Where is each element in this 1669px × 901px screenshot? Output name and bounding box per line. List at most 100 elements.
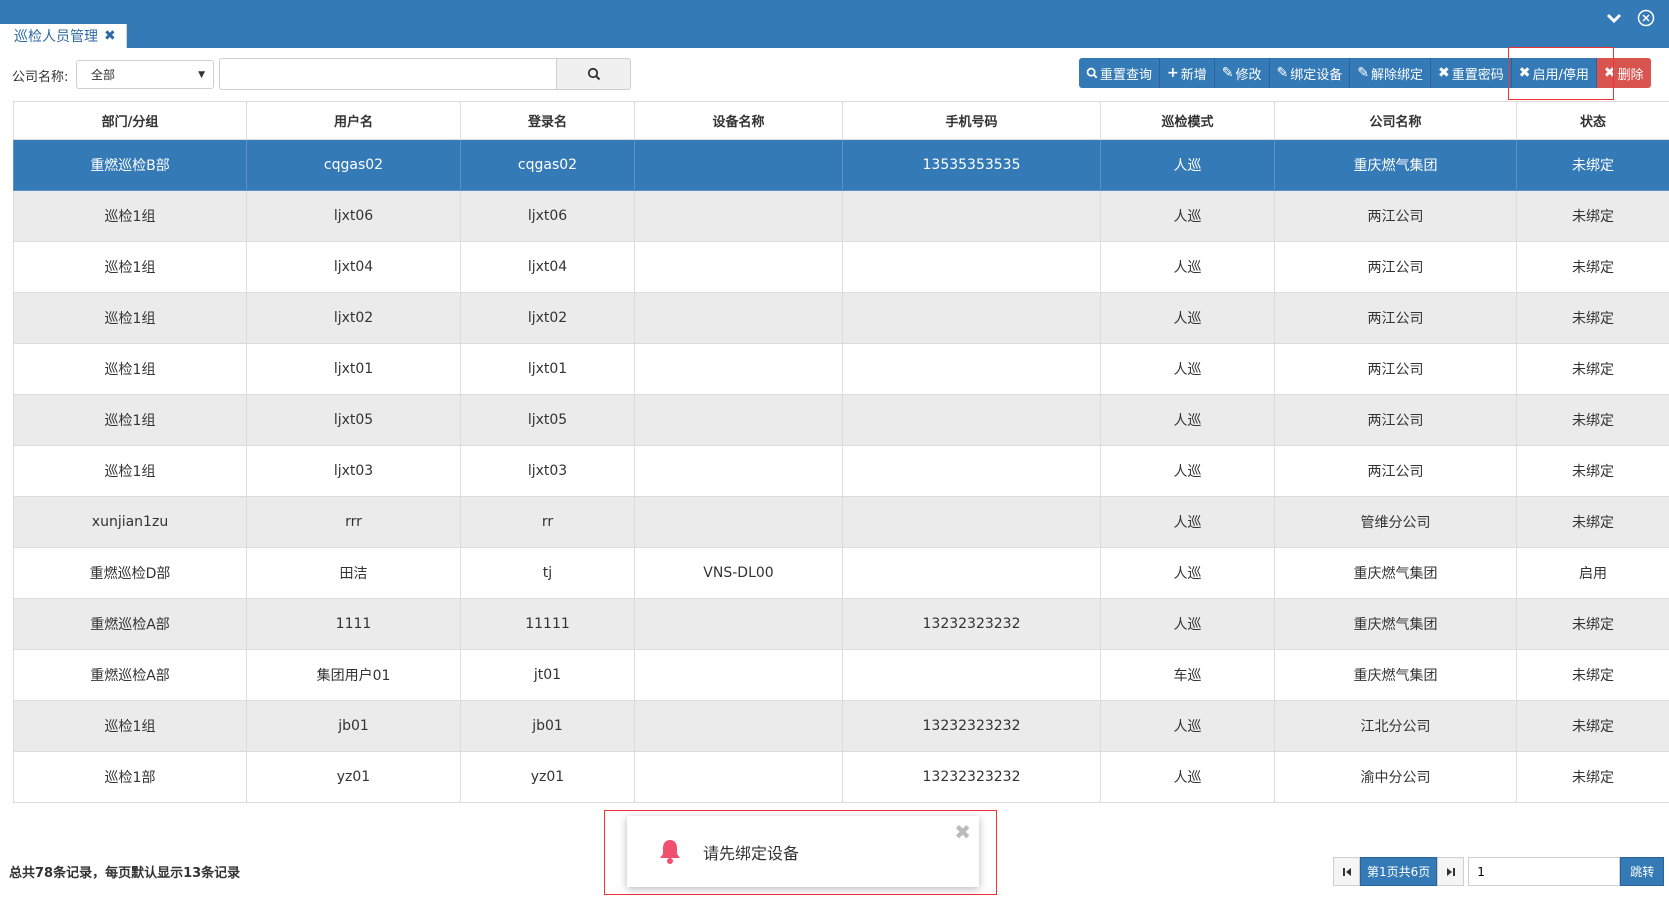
search-input[interactable] <box>219 58 557 90</box>
cell-company: 两江公司 <box>1274 445 1517 497</box>
tab-label: 巡检人员管理 <box>14 29 98 45</box>
last-page-icon <box>1446 867 1455 876</box>
cell-login-name: ljxt04 <box>460 241 635 293</box>
cell-phone <box>842 343 1101 395</box>
cell-inspection-mode: 人巡 <box>1100 598 1275 650</box>
table-row[interactable]: 巡检1部 yz01 yz01 13232323232 人巡 渝中分公司 未绑定 <box>13 751 1669 803</box>
table-row[interactable]: xunjian1zu rrr rr 人巡 管维分公司 未绑定 <box>13 496 1669 548</box>
cell-status: 未绑定 <box>1516 598 1669 650</box>
jump-button[interactable]: 跳转 <box>1620 857 1665 886</box>
company-select[interactable]: 全部 ▼ <box>76 60 214 89</box>
column-header-inspection-mode[interactable]: 巡检模式 <box>1100 101 1275 140</box>
toast-close-icon[interactable]: ✖ <box>954 820 971 844</box>
reset-password-label: 重置密码 <box>1451 67 1504 83</box>
add-button[interactable]: + 新增 <box>1160 58 1215 88</box>
cell-device-name: VNS-DL00 <box>634 547 843 599</box>
table-row[interactable]: 巡检1组 jb01 jb01 13232323232 人巡 江北分公司 未绑定 <box>13 700 1669 752</box>
cell-status: 未绑定 <box>1516 394 1669 446</box>
cell-department: 巡检1组 <box>13 343 247 395</box>
table-row[interactable]: 重燃巡检A部 集团用户01 jt01 车巡 重庆燃气集团 未绑定 <box>13 649 1669 701</box>
cell-inspection-mode: 人巡 <box>1100 343 1275 395</box>
cell-username: ljxt02 <box>246 292 461 344</box>
table-row[interactable]: 重燃巡检D部 田洁 tj VNS-DL00 人巡 重庆燃气集团 启用 <box>13 547 1669 599</box>
cell-status: 未绑定 <box>1516 190 1669 242</box>
search-button[interactable] <box>556 58 631 90</box>
column-header-device-name[interactable]: 设备名称 <box>634 101 843 140</box>
cell-status: 未绑定 <box>1516 751 1669 803</box>
column-header-phone[interactable]: 手机号码 <box>842 101 1101 140</box>
edit-button[interactable]: ✎ 修改 <box>1214 58 1270 88</box>
close-icon: ✖ <box>1518 65 1531 81</box>
cell-login-name: rr <box>460 496 635 548</box>
cell-device-name <box>634 649 843 701</box>
column-header-login-name[interactable]: 登录名 <box>460 101 635 140</box>
cell-department: 巡检1组 <box>13 190 247 242</box>
pencil-icon: ✎ <box>1357 65 1369 81</box>
column-header-status[interactable]: 状态 <box>1516 101 1669 140</box>
cell-phone <box>842 496 1101 548</box>
pagination: 第1页共6页 跳转 <box>1333 857 1665 886</box>
close-icon: ✖ <box>1603 65 1616 81</box>
delete-label: 删除 <box>1617 67 1644 83</box>
cell-login-name: ljxt06 <box>460 190 635 242</box>
cell-status: 未绑定 <box>1516 343 1669 395</box>
last-page-button[interactable] <box>1437 857 1465 886</box>
cell-department: 重燃巡检B部 <box>13 139 247 191</box>
cell-device-name <box>634 700 843 752</box>
table-row[interactable]: 重燃巡检B部 cqgas02 cqgas02 13535353535 人巡 重庆燃气集团未… <box>13 139 1669 191</box>
table-row[interactable]: 巡检1组 ljxt05 ljxt05 人巡 两江公司 未绑定 <box>13 394 1669 446</box>
cell-device-name <box>634 445 843 497</box>
column-header-department[interactable]: 部门/分组 <box>13 101 247 140</box>
page-number-input[interactable] <box>1468 857 1621 886</box>
cell-company: 两江公司 <box>1274 343 1517 395</box>
cell-phone <box>842 445 1101 497</box>
cell-device-name <box>634 394 843 446</box>
delete-button[interactable]: ✖ 删除 <box>1596 58 1651 88</box>
column-header-company[interactable]: 公司名称 <box>1274 101 1517 140</box>
cell-username: yz01 <box>246 751 461 803</box>
company-filter-label: 公司名称: <box>12 70 69 85</box>
cell-company: 两江公司 <box>1274 292 1517 344</box>
table-row[interactable]: 巡检1组 ljxt02 ljxt02 人巡 两江公司 未绑定 <box>13 292 1669 344</box>
table-row[interactable]: 巡检1组 ljxt06 ljxt06 人巡 两江公司 未绑定 <box>13 190 1669 242</box>
tab-inspector-management[interactable]: 巡检人员管理 ✖ <box>0 24 127 48</box>
table-row[interactable]: 巡检1组 ljxt04 ljxt04 人巡 两江公司 未绑定 <box>13 241 1669 293</box>
cell-company: 江北分公司 <box>1274 700 1517 752</box>
unbind-button[interactable]: ✎ 解除绑定 <box>1350 58 1432 88</box>
cell-company: 重庆燃气集团 <box>1274 139 1517 191</box>
chevron-down-icon[interactable] <box>1605 9 1623 27</box>
cell-username: ljxt05 <box>246 394 461 446</box>
reset-password-button[interactable]: ✖ 重置密码 <box>1431 58 1512 88</box>
first-page-button[interactable] <box>1333 857 1360 886</box>
cell-company: 渝中分公司 <box>1274 751 1517 803</box>
column-header-username[interactable]: 用户名 <box>246 101 461 140</box>
reset-query-label: 重置查询 <box>1100 67 1153 83</box>
cell-device-name <box>634 496 843 548</box>
company-select-value: 全部 <box>91 68 116 82</box>
notification-message: 请先绑定设备 <box>703 843 800 863</box>
cell-login-name: jb01 <box>460 700 635 752</box>
table-row[interactable]: 巡检1组 ljxt03 ljxt03 人巡 两江公司 未绑定 <box>13 445 1669 497</box>
table-row[interactable]: 巡检1组 ljxt01 ljxt01 人巡 两江公司 未绑定 <box>13 343 1669 395</box>
cell-company: 两江公司 <box>1274 394 1517 446</box>
cell-login-name: cqgas02 <box>460 139 635 191</box>
cell-device-name <box>634 139 843 191</box>
cell-status: 未绑定 <box>1516 496 1669 548</box>
reset-query-button[interactable]: 重置查询 <box>1079 58 1161 88</box>
bind-device-button[interactable]: ✎ 绑定设备 <box>1269 58 1351 88</box>
circle-close-icon[interactable] <box>1637 9 1655 27</box>
bind-device-label: 绑定设备 <box>1290 67 1343 83</box>
cell-phone: 13232323232 <box>842 700 1101 752</box>
notification-toast: 请先绑定设备 ✖ <box>627 816 979 887</box>
cell-inspection-mode: 人巡 <box>1100 751 1275 803</box>
cell-username: ljxt01 <box>246 343 461 395</box>
action-toolbar: 重置查询 + 新增 ✎ 修改 ✎ 绑定设备 ✎ 解除绑定 ✖ 重置密码 ✖ 启用… <box>1079 58 1651 88</box>
enable-disable-button[interactable]: ✖ 启用/停用 <box>1511 58 1597 88</box>
cell-company: 重庆燃气集团 <box>1274 547 1517 599</box>
table-row[interactable]: 重燃巡检A部 1111 11111 13232323232 人巡 重庆燃气集团 未绑定 <box>13 598 1669 650</box>
cell-username: ljxt03 <box>246 445 461 497</box>
tab-close-icon[interactable]: ✖ <box>104 28 116 44</box>
close-icon: ✖ <box>1438 65 1450 81</box>
cell-phone <box>842 241 1101 293</box>
cell-status: 未绑定 <box>1516 649 1669 701</box>
